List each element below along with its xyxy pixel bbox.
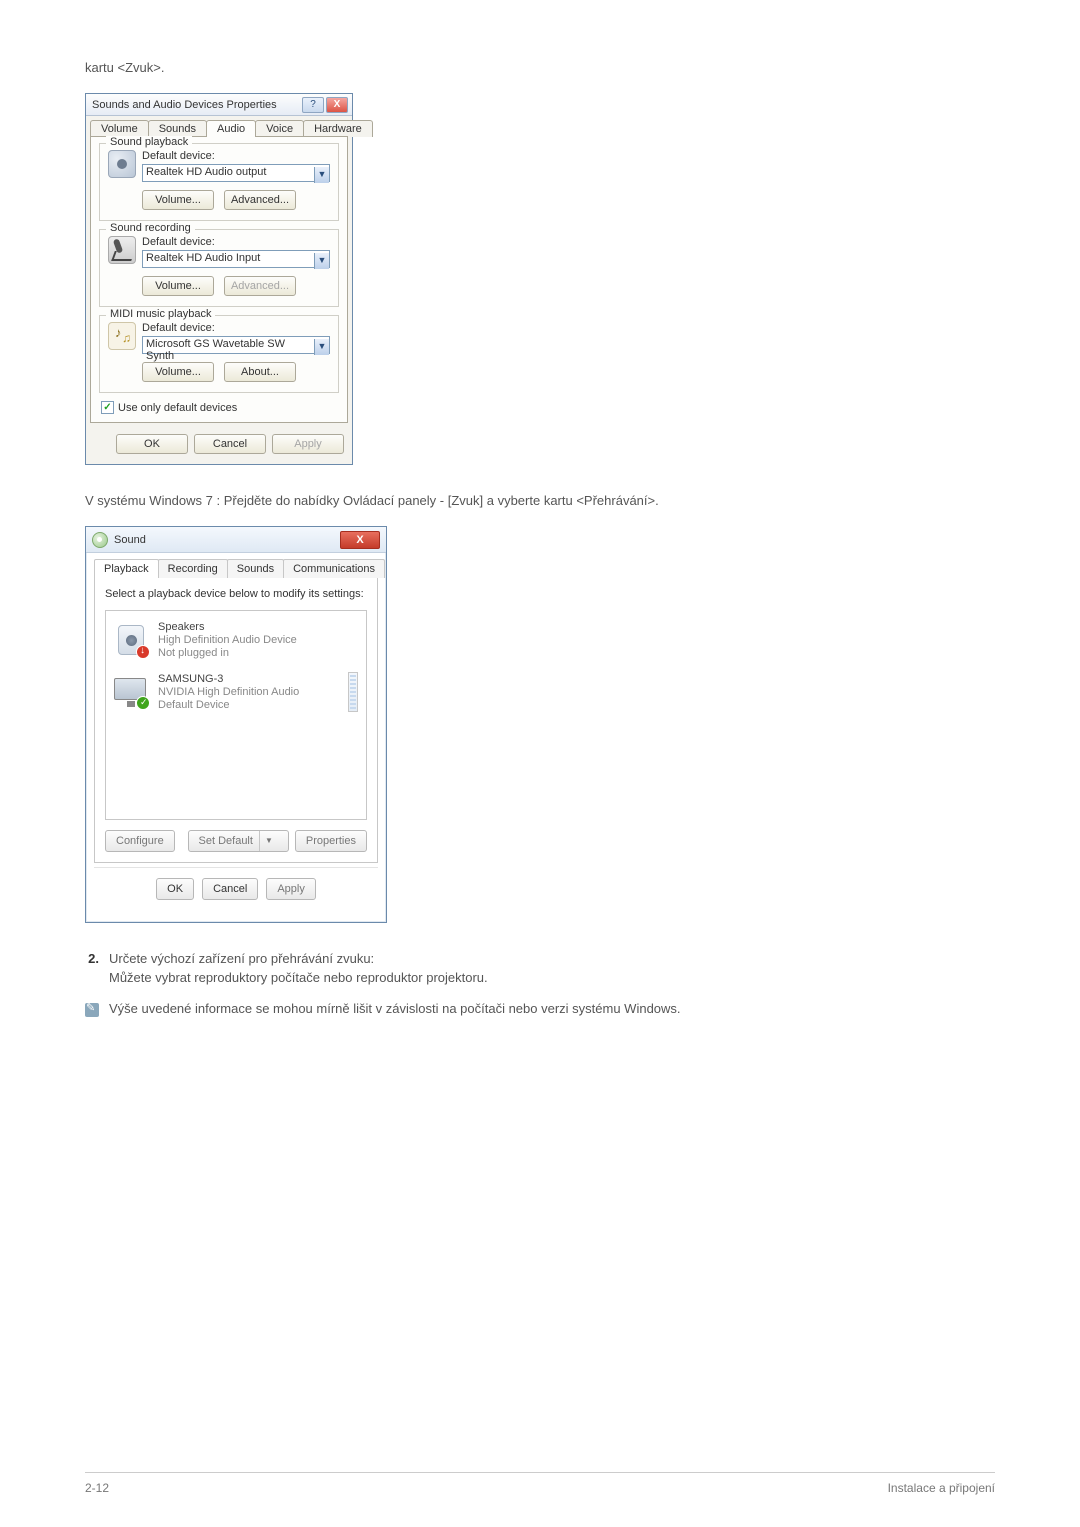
note-icon xyxy=(85,1003,99,1017)
legend-midi-playback: MIDI music playback xyxy=(106,308,215,320)
xp-titlebar: Sounds and Audio Devices Properties ? X xyxy=(86,94,352,116)
use-only-default-label: Use only default devices xyxy=(118,402,237,414)
midi-icon xyxy=(108,322,136,350)
recording-volume-button[interactable]: Volume... xyxy=(142,276,214,296)
win7-instruction-text: V systému Windows 7 : Přejděte do nabídk… xyxy=(85,493,995,508)
step-sub-text: Můžete vybrat reproduktory počítače nebo… xyxy=(109,970,995,985)
tab-sounds[interactable]: Sounds xyxy=(148,120,207,137)
win7-instruction: Select a playback device below to modify… xyxy=(105,588,367,600)
legend-sound-recording: Sound recording xyxy=(106,222,195,234)
page-number: 2-12 xyxy=(85,1481,109,1495)
intro-text: kartu <Zvuk>. xyxy=(85,60,995,75)
label-midi-default: Default device: xyxy=(142,322,330,334)
sound-icon xyxy=(92,532,108,548)
checkbox-icon[interactable]: ✓ xyxy=(101,401,114,414)
configure-button[interactable]: Configure xyxy=(105,830,175,852)
properties-button[interactable]: Properties xyxy=(295,830,367,852)
recording-advanced-button: Advanced... xyxy=(224,276,296,296)
close-icon[interactable]: X xyxy=(326,97,348,113)
midi-about-button[interactable]: About... xyxy=(224,362,296,382)
label-playback-default: Default device: xyxy=(142,150,330,162)
group-sound-playback: Sound playback Default device: Realtek H… xyxy=(99,143,339,221)
cancel-button[interactable]: Cancel xyxy=(194,434,266,454)
speaker-icon xyxy=(108,150,136,178)
midi-volume-button[interactable]: Volume... xyxy=(142,362,214,382)
device-text: SAMSUNG-3 NVIDIA High Definition Audio D… xyxy=(158,673,340,712)
group-midi-playback: MIDI music playback Default device: Micr… xyxy=(99,315,339,393)
set-default-button[interactable]: Set Default ▼ xyxy=(188,830,289,852)
device-list: Speakers High Definition Audio Device No… xyxy=(105,610,367,820)
device-item-samsung[interactable]: SAMSUNG-3 NVIDIA High Definition Audio D… xyxy=(110,666,362,718)
tab-audio[interactable]: Audio xyxy=(206,120,256,137)
device-driver: High Definition Audio Device xyxy=(158,634,358,647)
section-title: Instalace a připojení xyxy=(888,1481,995,1495)
group-sound-recording: Sound recording Default device: Realtek … xyxy=(99,229,339,307)
device-name: SAMSUNG-3 xyxy=(158,673,340,686)
win7-window-title: Sound xyxy=(114,534,334,546)
tab-sounds[interactable]: Sounds xyxy=(227,559,284,578)
apply-button: Apply xyxy=(266,878,316,900)
use-only-default-row[interactable]: ✓ Use only default devices xyxy=(101,401,339,414)
tab-hardware[interactable]: Hardware xyxy=(303,120,373,137)
xp-window-title: Sounds and Audio Devices Properties xyxy=(90,99,300,111)
note-row: Výše uvedené informace se mohou mírně li… xyxy=(85,1001,995,1017)
tab-communications[interactable]: Communications xyxy=(283,559,385,578)
page-footer: 2-12 Instalace a připojení xyxy=(0,1472,1080,1495)
win7-panel-buttons: Configure Set Default ▼ Properties xyxy=(105,830,367,852)
apply-button: Apply xyxy=(272,434,344,454)
xp-tab-panel: Sound playback Default device: Realtek H… xyxy=(90,136,348,423)
cancel-button[interactable]: Cancel xyxy=(202,878,258,900)
level-meter-icon xyxy=(348,672,358,712)
win7-sound-dialog: Sound X Playback Recording Sounds Commun… xyxy=(85,526,387,923)
help-icon[interactable]: ? xyxy=(302,97,324,113)
device-text: Speakers High Definition Audio Device No… xyxy=(158,621,358,660)
step-text: Určete výchozí zařízení pro přehrávání z… xyxy=(109,951,374,966)
legend-sound-playback: Sound playback xyxy=(106,136,192,148)
select-midi-device[interactable]: Microsoft GS Wavetable SW Synth xyxy=(142,336,330,354)
step-2-row: 2. Určete výchozí zařízení pro přehráván… xyxy=(85,951,995,966)
playback-volume-button[interactable]: Volume... xyxy=(142,190,214,210)
xp-dialog-buttons: OK Cancel Apply xyxy=(86,424,352,464)
close-icon[interactable]: X xyxy=(340,531,380,549)
chevron-down-icon[interactable]: ▼ xyxy=(259,831,278,851)
tab-recording[interactable]: Recording xyxy=(158,559,228,578)
select-recording-device[interactable]: Realtek HD Audio Input xyxy=(142,250,330,268)
xp-tabs: Volume Sounds Audio Voice Hardware xyxy=(86,116,352,137)
ok-button[interactable]: OK xyxy=(116,434,188,454)
tab-volume[interactable]: Volume xyxy=(90,120,149,137)
win7-dialog-buttons: OK Cancel Apply xyxy=(94,867,378,912)
device-name: Speakers xyxy=(158,621,358,634)
device-driver: NVIDIA High Definition Audio xyxy=(158,686,340,699)
playback-advanced-button[interactable]: Advanced... xyxy=(224,190,296,210)
monitor-device-icon xyxy=(114,674,150,710)
note-text: Výše uvedené informace se mohou mírně li… xyxy=(109,1001,681,1016)
step-number: 2. xyxy=(85,951,99,966)
label-recording-default: Default device: xyxy=(142,236,330,248)
ok-button[interactable]: OK xyxy=(156,878,194,900)
select-playback-device[interactable]: Realtek HD Audio output xyxy=(142,164,330,182)
win7-tabs: Playback Recording Sounds Communications xyxy=(94,559,378,578)
win7-titlebar: Sound X xyxy=(86,527,386,553)
microphone-icon xyxy=(108,236,136,264)
device-item-speakers[interactable]: Speakers High Definition Audio Device No… xyxy=(110,615,362,666)
xp-sounds-dialog: Sounds and Audio Devices Properties ? X … xyxy=(85,93,353,465)
speaker-device-icon xyxy=(114,623,150,659)
device-status: Not plugged in xyxy=(158,647,358,660)
tab-voice[interactable]: Voice xyxy=(255,120,304,137)
tab-playback[interactable]: Playback xyxy=(94,559,159,578)
set-default-label: Set Default xyxy=(199,831,253,851)
win7-tab-panel: Select a playback device below to modify… xyxy=(94,577,378,863)
device-status: Default Device xyxy=(158,699,340,712)
